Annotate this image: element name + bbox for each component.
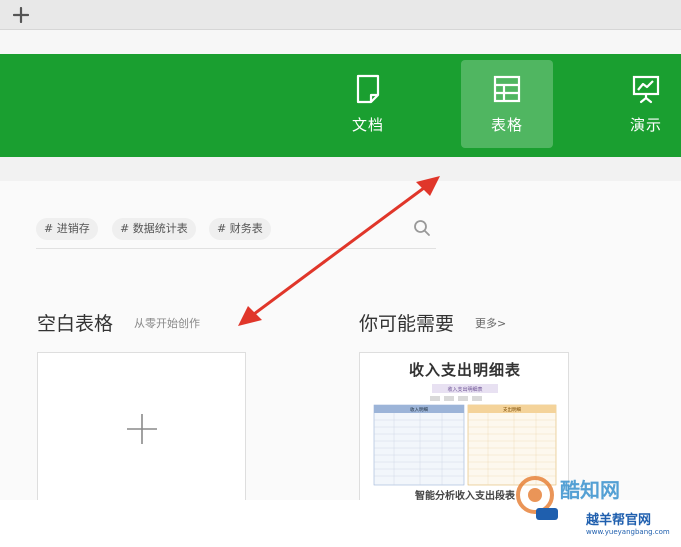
suggested-title: 你可能需要 [359,313,455,335]
presentation-icon [632,75,660,104]
watermark-name-secondary: 越羊帮官网 [586,513,652,528]
template-title: 收入支出明细表 [408,361,521,379]
watermark-url: www.yueyangbang.com [586,528,670,536]
search-tag-inventory[interactable]: # 进销存 [36,218,98,240]
spreadsheet-new-page: 文档 表格 演示 # 进销存 # 数据统计表 # 财务表 空白表格 从零开始创作… [0,0,681,547]
watermark: 酷知网 越羊帮官网 www.yueyangbang.com [508,464,681,547]
watermark-name: 酷知网 [560,478,620,502]
template-search-bar[interactable]: # 进销存 # 数据统计表 # 财务表 [36,215,436,249]
document-icon [356,74,380,104]
category-label: 表格 [490,116,523,134]
plus-icon [127,414,157,444]
search-tag-finance[interactable]: # 财务表 [209,218,271,240]
category-label: 演示 [629,116,662,134]
table-icon [493,75,521,103]
template-preview-subtitle: 收入支出明细表 [447,386,482,393]
template-expense-header: 支出明细 [503,406,521,413]
category-label: 文档 [351,116,384,134]
blank-sheet-subtitle: 从零开始创作 [134,317,200,330]
main-content: # 进销存 # 数据统计表 # 财务表 空白表格 从零开始创作 你可能需要 更多… [0,181,681,502]
browser-tab-strip [0,0,681,30]
header-shadow-band [0,157,681,181]
category-tab-document[interactable]: 文档 [322,60,414,148]
toolbar-area [0,30,681,54]
category-tab-presentation[interactable]: 演示 [600,60,681,148]
template-income-header: 收入明细 [410,406,428,413]
plus-icon [13,7,29,23]
watermark-logo-icon [516,476,558,520]
blank-sheet-card[interactable] [37,352,246,502]
search-icon[interactable] [412,218,432,238]
new-tab-button[interactable] [8,2,34,28]
category-tab-spreadsheet[interactable]: 表格 [461,60,553,148]
blank-sheet-title: 空白表格 [37,313,114,335]
category-header: 文档 表格 演示 [0,54,681,157]
search-tag-statistics[interactable]: # 数据统计表 [112,218,196,240]
more-templates-link[interactable]: 更多> [475,315,506,331]
